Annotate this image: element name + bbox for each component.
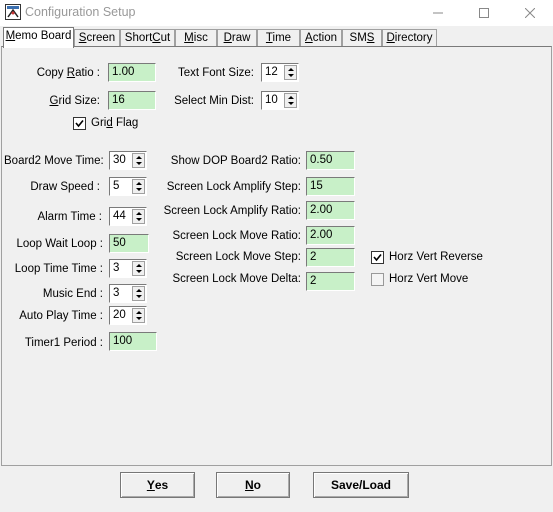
auto-play-time-label: Auto Play Time : (19, 310, 103, 322)
select-min-dist-spinner[interactable]: 10 (261, 91, 299, 110)
timer1-period-field[interactable]: 100 (109, 332, 157, 351)
tab-screen[interactable]: Screen (74, 29, 120, 47)
alarm-time-label: Alarm Time : (37, 211, 102, 223)
minimize-button[interactable] (415, 0, 461, 26)
check-icon (75, 119, 84, 128)
grid-flag-label: Grid Flag (91, 117, 139, 129)
title-bar: Configuration Setup (0, 0, 553, 26)
spin-arrows-icon[interactable] (132, 261, 145, 276)
tab-time[interactable]: Time (257, 29, 300, 47)
screen-lock-move-ratio-field[interactable]: 2.00 (306, 226, 355, 245)
spin-arrows-icon[interactable] (132, 179, 145, 194)
spin-arrows-icon[interactable] (132, 308, 145, 323)
tab-directory[interactable]: Directory (382, 29, 437, 47)
save-load-button[interactable]: Save/Load (313, 472, 409, 498)
text-font-size-spinner[interactable]: 12 (261, 63, 299, 82)
spin-arrows-icon[interactable] (284, 93, 297, 108)
music-end-label: Music End : (42, 288, 103, 300)
window-title: Configuration Setup (25, 5, 136, 19)
maximize-button[interactable] (461, 0, 507, 26)
tab-sms[interactable]: SMS (342, 29, 382, 47)
loop-wait-loop-label: Loop Wait Loop : (16, 238, 103, 250)
music-end-spinner[interactable]: 3 (109, 284, 147, 303)
spin-arrows-icon[interactable] (284, 65, 297, 80)
loop-time-time-spinner[interactable]: 3 (109, 259, 147, 278)
tab-strip: Memo Board Screen ShortCut Misc Draw Tim… (0, 27, 553, 48)
spin-arrows-icon[interactable] (132, 153, 145, 168)
grid-size-label: Grid Size: (49, 95, 101, 107)
yes-button[interactable]: Yes (120, 472, 195, 498)
draw-speed-label: Draw Speed : (30, 181, 100, 193)
check-icon (373, 253, 382, 262)
board2-move-time-spinner[interactable]: 30 (109, 151, 147, 170)
show-dop-board2-ratio-field[interactable]: 0.50 (306, 151, 355, 170)
screen-lock-amplify-step-label: Screen Lock Amplify Step: (166, 181, 301, 193)
loop-wait-loop-field[interactable]: 50 (109, 234, 149, 253)
spin-arrows-icon[interactable] (132, 286, 145, 301)
no-button[interactable]: No (216, 472, 290, 498)
horz-vert-move-checkbox[interactable] (371, 273, 384, 286)
screen-lock-move-delta-field[interactable]: 2 (306, 272, 355, 291)
show-dop-board2-ratio-label: Show DOP Board2 Ratio: (170, 155, 301, 167)
tab-action[interactable]: Action (300, 29, 342, 47)
board2-move-time-label: Board2 Move Time: (4, 155, 104, 167)
app-icon (5, 4, 21, 20)
copy-ratio-label: Copy Ratio : (36, 67, 100, 79)
text-font-size-label: Text Font Size: (177, 67, 254, 79)
screen-lock-move-ratio-label: Screen Lock Move Ratio: (172, 230, 301, 242)
alarm-time-spinner[interactable]: 44 (109, 207, 147, 226)
screen-lock-amplify-ratio-label: Screen Lock Amplify Ratio: (163, 205, 301, 217)
timer1-period-label: Timer1 Period : (24, 337, 103, 349)
spin-arrows-icon[interactable] (132, 209, 145, 224)
draw-speed-spinner[interactable]: 5 (109, 177, 147, 196)
auto-play-time-spinner[interactable]: 20 (109, 306, 147, 325)
screen-lock-move-delta-label: Screen Lock Move Delta: (172, 273, 301, 285)
screen-lock-amplify-ratio-field[interactable]: 2.00 (306, 201, 355, 220)
select-min-dist-label: Select Min Dist: (174, 95, 254, 107)
tab-misc[interactable]: Misc (175, 29, 217, 47)
tab-memo-board[interactable]: Memo Board (3, 27, 74, 48)
tab-draw[interactable]: Draw (217, 29, 257, 47)
screen-lock-amplify-step-field[interactable]: 15 (306, 177, 355, 196)
screen-lock-move-step-field[interactable]: 2 (306, 248, 355, 267)
screen-lock-move-step-label: Screen Lock Move Step: (175, 251, 301, 263)
grid-size-field[interactable]: 16 (108, 91, 156, 110)
horz-vert-reverse-checkbox[interactable] (371, 251, 384, 264)
loop-time-time-label: Loop Time Time : (14, 263, 103, 275)
horz-vert-reverse-label: Horz Vert Reverse (389, 251, 483, 263)
grid-flag-checkbox[interactable] (73, 117, 86, 130)
tab-shortcut[interactable]: ShortCut (120, 29, 175, 47)
horz-vert-move-label: Horz Vert Move (389, 273, 469, 285)
close-button[interactable] (507, 0, 553, 26)
copy-ratio-field[interactable]: 1.00 (108, 63, 156, 82)
